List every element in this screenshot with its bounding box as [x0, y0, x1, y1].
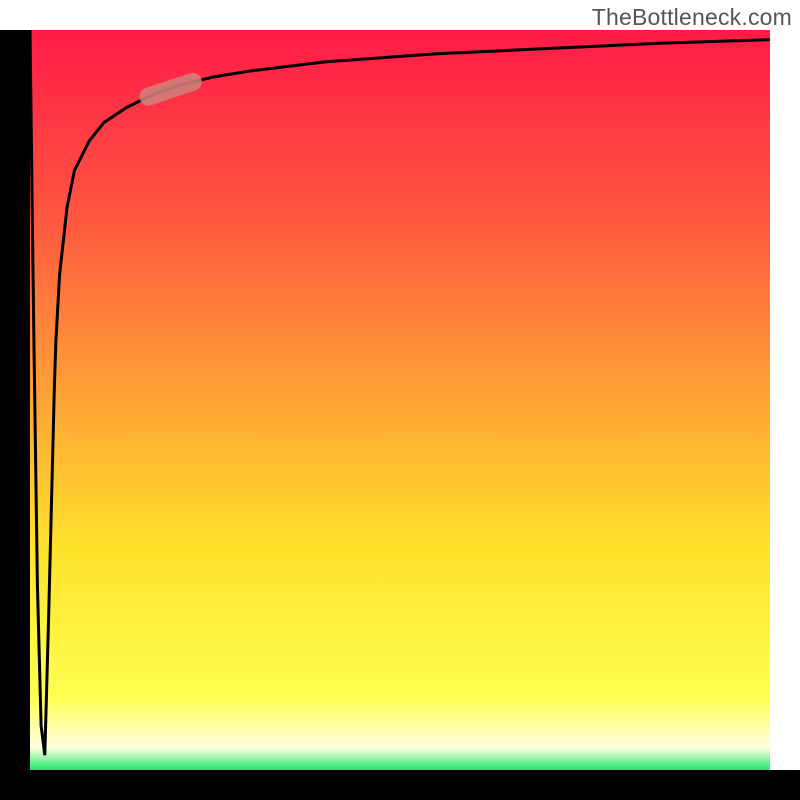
x-axis [0, 770, 800, 800]
watermark-text: TheBottleneck.com [592, 4, 792, 31]
y-axis [0, 30, 30, 770]
highlight-marker [148, 82, 192, 97]
bottleneck-curve [30, 30, 770, 755]
chart-svg [30, 30, 770, 770]
chart-frame: TheBottleneck.com [0, 0, 800, 800]
